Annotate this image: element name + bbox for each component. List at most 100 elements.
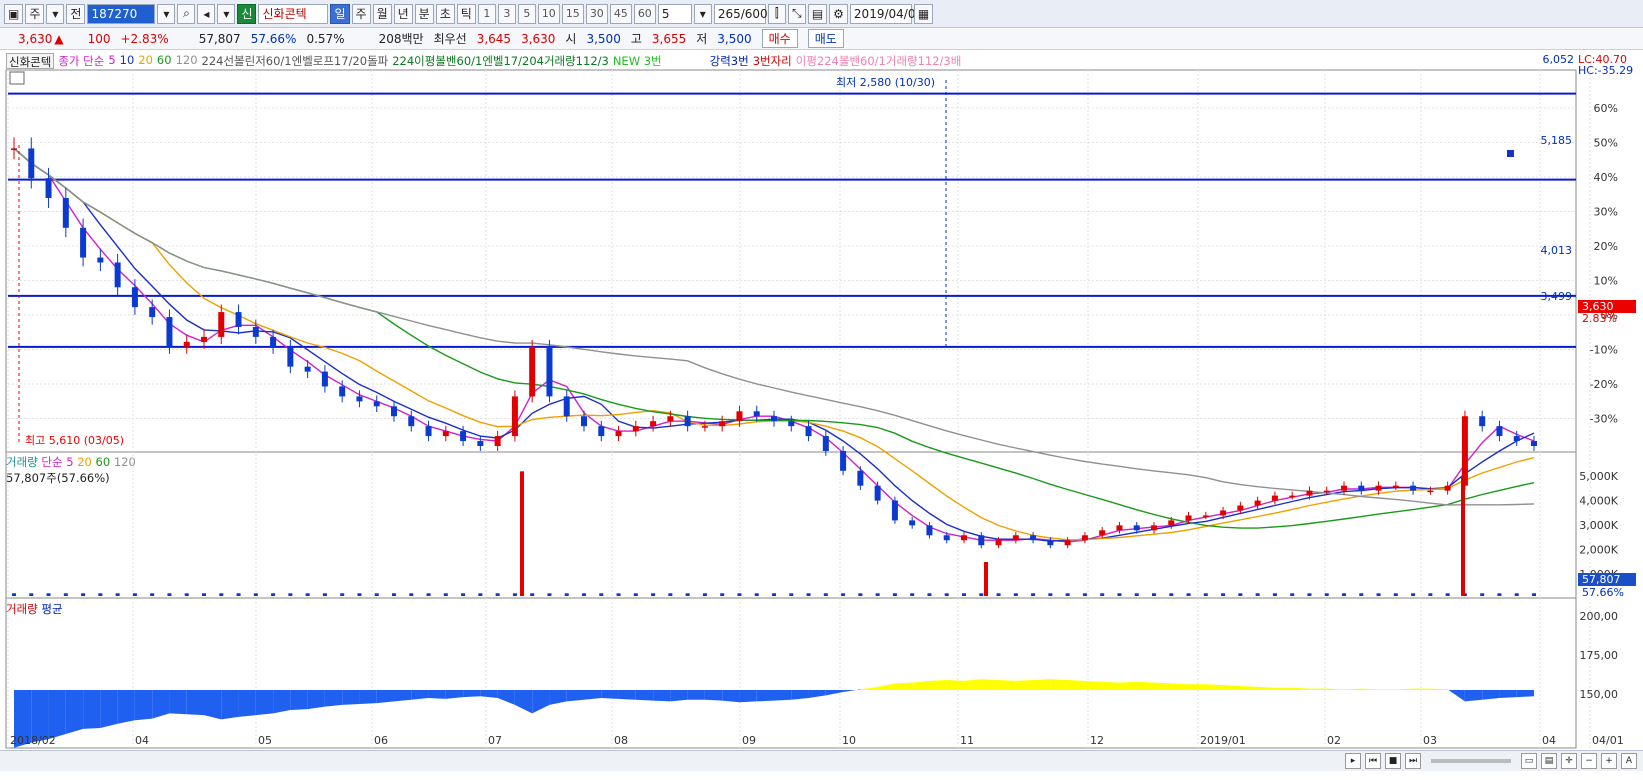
speaker-icon[interactable]: ◂ (197, 3, 216, 24)
y-tick-label: 10% (1594, 275, 1618, 288)
volume-bar (29, 593, 34, 596)
interval-3[interactable]: 3 (497, 3, 516, 24)
count-field[interactable]: 265/600 (713, 3, 768, 24)
window-icon[interactable]: ▣ (4, 3, 24, 24)
tab-year[interactable]: 년 (393, 3, 413, 24)
avg-area-segment (1119, 681, 1137, 690)
candle-body (736, 411, 743, 422)
interval-select[interactable]: 5 (657, 3, 692, 24)
volume-bar (564, 593, 569, 596)
tab-month[interactable]: 월 (372, 3, 392, 24)
candle-body (874, 485, 881, 501)
avg-area-segment (1395, 688, 1414, 690)
tab-second[interactable]: 초 (435, 3, 455, 24)
volume-bar (616, 593, 621, 596)
zoom-slider[interactable] (1431, 759, 1511, 763)
date-field[interactable]: 2019/04/01 (849, 3, 923, 24)
interval-dropdown-icon[interactable]: ▾ (693, 3, 712, 24)
volume-bar (322, 593, 327, 596)
open-label: 시 (565, 32, 577, 46)
candle-body (529, 346, 536, 397)
volume-bar (426, 593, 431, 596)
volume-bar (1031, 593, 1036, 596)
volume-bar (271, 593, 276, 596)
volume-bar (858, 593, 863, 596)
interval-45[interactable]: 45 (609, 3, 632, 24)
candle-body (701, 426, 708, 428)
draw-icon[interactable]: ⤡ (787, 3, 806, 24)
avg-area-segment (1464, 690, 1483, 702)
avg-area-segment (1274, 687, 1293, 690)
search-icon[interactable]: ⌕ (177, 3, 196, 24)
tab-day[interactable]: 일 (330, 3, 350, 24)
interval-1[interactable]: 1 (477, 3, 496, 24)
layout-icon[interactable]: ▭ (1521, 753, 1537, 769)
y-tick-label: 30% (1594, 206, 1618, 219)
low-label: 저 (696, 32, 708, 46)
y-tick-label: 60% (1594, 102, 1618, 115)
level1-handle[interactable] (1507, 150, 1514, 157)
prev-button[interactable]: 전 (66, 3, 86, 24)
price-chart[interactable]: 60%50%40%30%20%10%0%-10%-20%-30%5,000K4,… (0, 50, 1643, 780)
interval-10[interactable]: 10 (537, 3, 560, 24)
chevron-down-icon[interactable]: ▾ (46, 3, 65, 24)
tab-minute[interactable]: 분 (414, 3, 434, 24)
avg-area-segment (169, 690, 187, 715)
avg-area-segment (618, 690, 636, 700)
avg-area-segment (1292, 687, 1310, 690)
last-page-icon[interactable]: ⏭ (1405, 753, 1421, 769)
period-select[interactable]: 주 (25, 3, 45, 24)
zoom-in-icon[interactable]: + (1601, 753, 1617, 769)
save-icon[interactable]: ▤ (807, 3, 828, 24)
tab-tick[interactable]: 틱 (456, 3, 476, 24)
volume-bar (443, 593, 448, 596)
candle-body (45, 178, 52, 199)
chevron-down-icon-2[interactable]: ▾ (217, 3, 236, 24)
candle-body (1254, 500, 1261, 506)
zoom-out-icon[interactable]: − (1581, 753, 1597, 769)
layout2-icon[interactable]: ▤ (1541, 753, 1557, 769)
current-volume-pct: 57.66% (1582, 586, 1624, 599)
candle-icon[interactable]: ⫿ (767, 3, 786, 24)
auto-icon[interactable]: A (1621, 753, 1637, 769)
open-value: 3,500 (586, 31, 621, 46)
code-dropdown-icon[interactable]: ▾ (157, 3, 176, 24)
stop-icon[interactable]: ■ (1385, 753, 1401, 769)
avg-area-segment (791, 690, 809, 700)
moving-averages (13, 147, 1535, 543)
candle-body (321, 371, 328, 387)
calendar-icon[interactable]: ▦ (913, 3, 934, 24)
volume-bar (772, 593, 776, 596)
table-icon[interactable] (9, 71, 25, 85)
stock-code-input[interactable]: 187270 (87, 3, 156, 24)
volume-tick-label: 3,000K (1579, 519, 1618, 532)
stock-name-field[interactable]: 신화콘텍 (258, 3, 329, 24)
sell-button[interactable]: 매도 (807, 29, 844, 48)
volume-bar (81, 593, 86, 596)
candle-body (1341, 485, 1347, 491)
avg-area-segment (48, 690, 66, 740)
interval-30[interactable]: 30 (585, 3, 608, 24)
candle-body (1392, 485, 1399, 488)
price: 3,630 (18, 31, 53, 46)
scroll-right-icon[interactable]: ▸ (1345, 753, 1361, 769)
volume-bar (530, 593, 535, 596)
y-tick-label: 50% (1594, 137, 1618, 150)
interval-5[interactable]: 5 (517, 3, 536, 24)
tab-week[interactable]: 주 (351, 3, 371, 24)
interval-15[interactable]: 15 (561, 3, 584, 24)
toolbar: ▣ 주 ▾ 전 187270 ▾ ⌕ ◂ ▾ 신 신화콘텍 일 주 월 년 분 … (0, 0, 1643, 28)
volume-bar (944, 593, 949, 596)
avg-area-segment (653, 690, 671, 702)
crosshair-icon[interactable]: ✛ (1561, 753, 1577, 769)
first-page-icon[interactable]: ⏮ (1365, 753, 1381, 769)
buy-button[interactable]: 매수 (761, 29, 798, 48)
candle-body (719, 421, 726, 427)
avg-area-segment (376, 690, 394, 704)
up-arrow-icon: ▲ (54, 31, 64, 46)
avg-area-segment (1188, 684, 1206, 690)
interval-60[interactable]: 60 (633, 3, 656, 24)
gear-icon[interactable]: ⚙ (829, 3, 848, 24)
avg-area-segment (411, 690, 429, 700)
volume-bar (720, 593, 725, 596)
